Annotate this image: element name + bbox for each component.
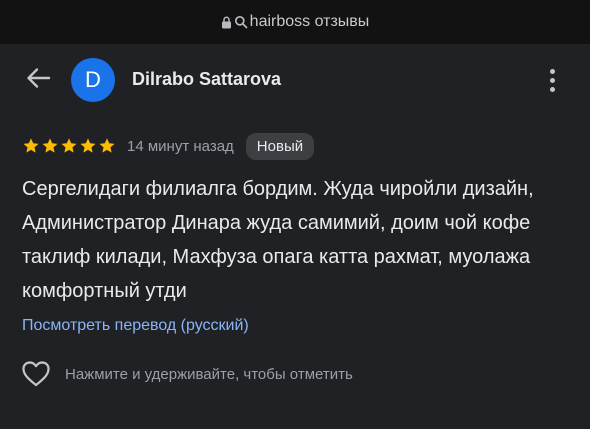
star-icon xyxy=(42,138,58,153)
search-icon xyxy=(234,15,248,29)
review-time: 14 минут назад xyxy=(127,137,234,155)
avatar[interactable]: D xyxy=(71,58,115,102)
more-vert-icon xyxy=(549,68,555,92)
rating-row: 14 минут назад Новый xyxy=(22,132,315,160)
url-text: hairboss отзывы xyxy=(249,13,370,30)
more-options-button[interactable] xyxy=(538,66,566,94)
star-rating xyxy=(22,137,116,155)
back-arrow-icon xyxy=(25,67,51,94)
avatar-letter: D xyxy=(85,67,101,92)
browser-url-bar[interactable]: hairboss отзывы xyxy=(0,0,590,44)
star-icon xyxy=(61,138,77,153)
review-text: Сергелидаги филиалга бордим. Жуда чиройл… xyxy=(22,178,534,302)
star-icon xyxy=(99,138,115,153)
author-name[interactable]: Dilrabo Sattarova xyxy=(132,69,281,90)
translate-link[interactable]: Посмотреть перевод (русский) xyxy=(22,317,249,335)
like-hint: Нажмите и удерживайте, чтобы отметить xyxy=(65,365,353,383)
star-icon xyxy=(80,138,96,153)
lock-icon xyxy=(221,16,232,29)
like-button[interactable]: Нажмите и удерживайте, чтобы отметить xyxy=(21,359,353,389)
heart-outline-icon xyxy=(21,360,51,388)
review-detail: D Dilrabo Sattarova 14 минут назад Новый… xyxy=(0,44,590,429)
back-button[interactable] xyxy=(22,64,54,96)
star-icon xyxy=(23,138,39,153)
new-badge: Новый xyxy=(245,132,315,160)
